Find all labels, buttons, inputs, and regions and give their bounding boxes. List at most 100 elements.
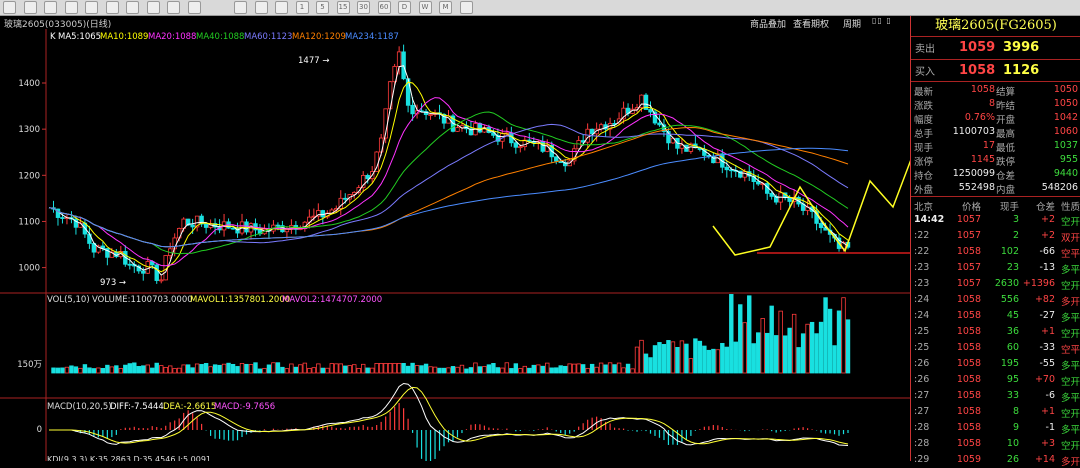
volume-bar xyxy=(280,366,285,374)
trade-cell: 1058 xyxy=(956,406,981,417)
candle-body xyxy=(818,222,824,229)
trade-row[interactable]: :27 1058 33 -6 多平 xyxy=(911,390,1080,404)
volume-bar xyxy=(468,367,474,374)
trade-cell: 95 xyxy=(1006,374,1019,385)
vol-legend-d: MAVOL2:1474707.2000 xyxy=(282,295,382,305)
trade-row[interactable]: :22 1057 2 +2 双开 xyxy=(911,230,1080,244)
house-icon[interactable] xyxy=(3,1,16,14)
volume-bar xyxy=(405,365,411,374)
settings-icon[interactable] xyxy=(459,1,473,14)
volume-bar xyxy=(118,368,124,374)
volume-bar xyxy=(571,363,577,374)
trade-row[interactable]: 14:42 1057 3 +2 空开 xyxy=(911,214,1080,228)
trade-header-cell: 性质 xyxy=(1060,202,1080,213)
period-1[interactable]: 1 xyxy=(295,1,309,14)
forward-icon[interactable] xyxy=(44,1,57,14)
trade-row[interactable]: :28 1058 9 -1 多平 xyxy=(911,422,1080,436)
trade-row[interactable]: :23 1057 2630 +1396 空开 xyxy=(911,278,1080,292)
trade-cell: 1057 xyxy=(956,278,981,289)
volume-bar xyxy=(163,367,168,374)
trade-row[interactable]: :27 1058 8 +1 空开 xyxy=(911,406,1080,420)
refresh-icon[interactable] xyxy=(64,1,78,14)
volume-bar xyxy=(91,368,97,374)
trade-header-cell: 仓差 xyxy=(1035,202,1055,213)
volume-bar xyxy=(347,365,352,374)
volume-bar xyxy=(607,362,613,374)
trade-cell: :26 xyxy=(914,358,930,369)
volume-bar xyxy=(230,363,236,374)
trade-row[interactable]: :25 1058 60 -33 空平 xyxy=(911,342,1080,356)
trade-cell: +2 xyxy=(1040,230,1055,241)
trade-cell: :28 xyxy=(914,438,930,449)
period-day[interactable]: D xyxy=(398,1,411,14)
trade-cell: -33 xyxy=(1039,342,1055,353)
trade-cell: 556 xyxy=(1000,294,1019,305)
legend-ma10: MA10:1089 xyxy=(100,32,148,42)
zoom-in-icon[interactable] xyxy=(85,1,98,14)
volume-bar xyxy=(711,348,716,374)
volume-bar xyxy=(652,345,658,374)
volume-bar xyxy=(827,308,833,374)
symbol-title: 玻璃2605(FG2605) xyxy=(935,18,1057,33)
zoom-out-icon[interactable] xyxy=(105,1,119,14)
volume-bar xyxy=(513,363,519,374)
trade-cell: 多平 xyxy=(1060,313,1080,324)
stat-row: 幅度 0.76% 开盘 1042 xyxy=(911,112,1080,126)
trade-cell: +82 xyxy=(1034,294,1055,305)
trade-row[interactable]: :22 1058 102 -66 空平 xyxy=(911,246,1080,260)
stat-cell: 1060 xyxy=(1053,126,1078,137)
stat-cell: 持仓 xyxy=(914,171,934,182)
volume-bar xyxy=(558,365,563,374)
trade-row[interactable]: :28 1058 10 +3 空开 xyxy=(911,438,1080,452)
legend-ma5: MA5:1065 xyxy=(58,32,101,42)
pen-icon[interactable] xyxy=(126,1,139,14)
trade-cell: 2 xyxy=(1012,230,1019,241)
chart-icon[interactable] xyxy=(275,1,288,14)
stat-cell: 1050 xyxy=(1053,98,1078,109)
volume-bar xyxy=(765,332,770,374)
trade-cell: 9 xyxy=(1012,422,1019,433)
volume-bar xyxy=(486,364,492,374)
list-icon[interactable] xyxy=(254,1,268,14)
trade-cell: 空平 xyxy=(1060,345,1080,356)
price-tick-label: 1100 xyxy=(18,217,40,227)
trade-cell: +2 xyxy=(1040,214,1055,225)
period-60[interactable]: 60 xyxy=(377,1,391,14)
crosshair-icon[interactable] xyxy=(146,1,160,14)
volume-bar xyxy=(374,362,379,374)
period-30[interactable]: 30 xyxy=(357,1,370,14)
trade-row[interactable]: :26 1058 195 -55 多平 xyxy=(911,358,1080,372)
volume-bar xyxy=(401,362,406,374)
layout-icon[interactable]: ▯▯ ▯ xyxy=(872,16,892,25)
volume-bar xyxy=(621,367,626,374)
trade-row[interactable]: :24 1058 556 +82 多开 xyxy=(911,294,1080,308)
volume-bar xyxy=(491,363,496,374)
trade-cell: 多平 xyxy=(1060,361,1080,372)
filter-icon[interactable] xyxy=(187,1,201,14)
volume-bar xyxy=(217,364,222,374)
trade-row[interactable]: :25 1058 36 +1 空开 xyxy=(911,326,1080,340)
candle-body xyxy=(455,127,460,132)
volume-bar xyxy=(159,365,164,374)
volume-bar xyxy=(738,304,743,374)
volume-bar xyxy=(733,341,738,374)
trade-row[interactable]: :24 1058 45 -27 多平 xyxy=(911,310,1080,324)
period-month[interactable]: M xyxy=(439,1,452,14)
candle-body xyxy=(145,261,150,274)
candle-body xyxy=(275,224,281,227)
volume-bar xyxy=(441,367,447,374)
period-15[interactable]: 15 xyxy=(336,1,350,14)
bid-volume: 1126 xyxy=(1003,63,1040,78)
trade-row[interactable]: :26 1058 95 +70 空开 xyxy=(911,374,1080,388)
bell-icon[interactable] xyxy=(167,1,180,14)
period-week[interactable]: W xyxy=(418,1,432,14)
table-icon[interactable] xyxy=(234,1,247,14)
volume-bar xyxy=(419,365,424,374)
kline-chart[interactable]: K MA5:1065MA10:1089 MA20:1088 MA40:1088 MA60… xyxy=(0,29,910,461)
back-icon[interactable] xyxy=(23,1,37,14)
period-5[interactable]: 5 xyxy=(316,1,329,14)
trade-row[interactable]: :23 1057 23 -13 多平 xyxy=(911,262,1080,276)
volume-bar xyxy=(495,367,501,374)
volume-bar xyxy=(675,347,680,374)
candle-body xyxy=(365,174,370,180)
